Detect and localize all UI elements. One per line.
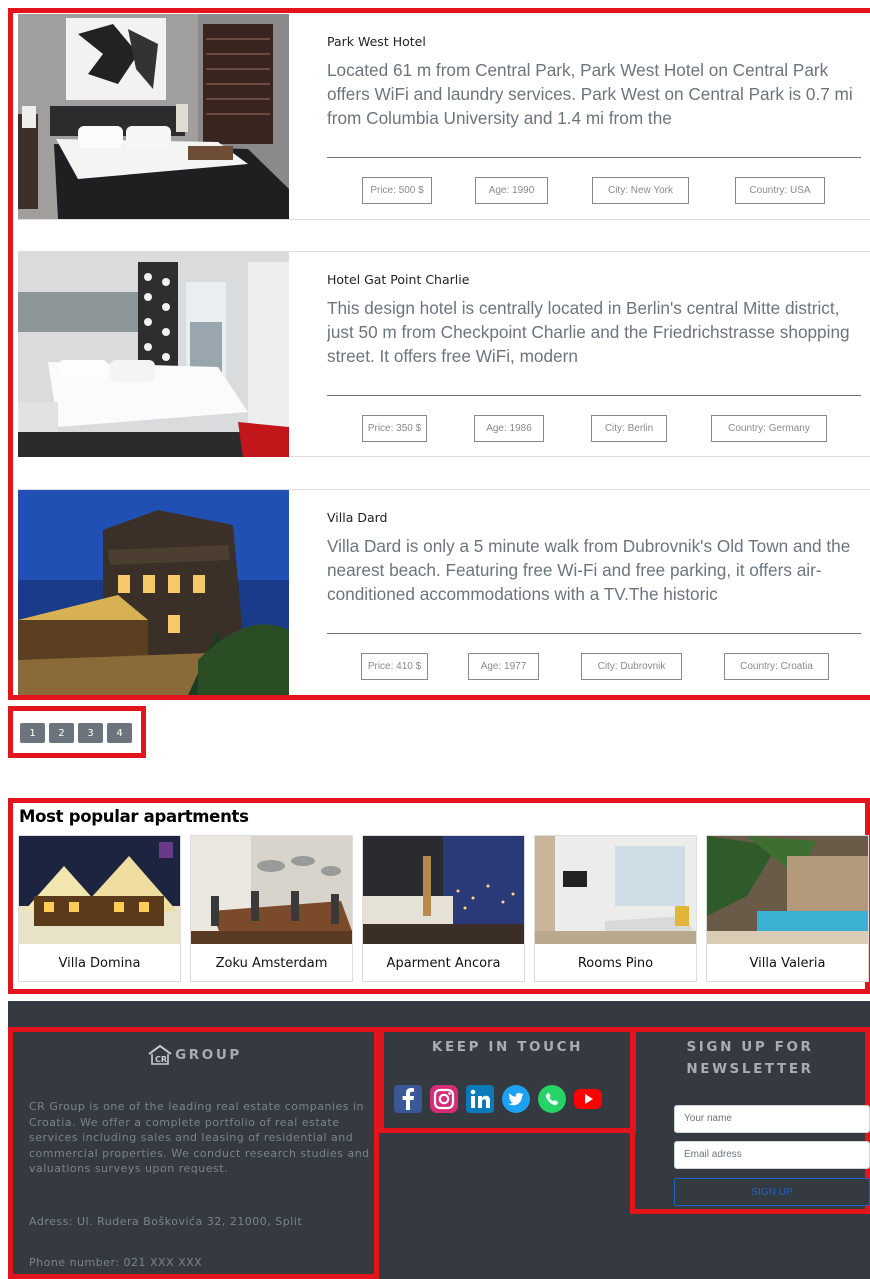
country-tag: Country: USA [735,177,825,204]
city-tag: City: Dubrovnik [581,653,682,680]
apartment-card[interactable]: Rooms Pino [534,835,697,982]
age-tag: Age: 1977 [468,653,539,680]
keep-in-touch-title: KEEP IN TOUCH [431,1039,584,1055]
twitter-icon[interactable] [501,1084,531,1114]
apartment-name[interactable]: Zoku Amsterdam [191,956,352,971]
hotel-image[interactable] [18,14,289,219]
hotel-name[interactable]: Park West Hotel [327,34,426,49]
pagination: 1 2 3 4 [8,706,146,758]
signup-button[interactable]: SIGN UP [674,1178,870,1206]
price-tag: Price: 350 $ [362,415,427,442]
hotel-image[interactable] [18,252,289,457]
city-tag: City: New York [592,177,689,204]
city-tag: City: Berlin [591,415,667,442]
email-input[interactable]: Email adress [674,1141,870,1169]
divider [327,395,861,396]
group-about: CR Group is one of the leading real esta… [29,1100,370,1176]
hotel-list: Park West Hotel Located 61 m from Centra… [8,8,870,700]
country-tag: Country: Croatia [724,653,829,680]
apartment-image[interactable] [19,836,180,944]
apartment-card[interactable]: Villa Domina [18,835,181,982]
age-tag: Age: 1990 [475,177,548,204]
hotel-image[interactable] [18,490,289,695]
group-address: Adress: Ul. Rudera Boškovića 32, 21000, … [29,1215,303,1228]
page-button-4[interactable]: 4 [107,723,132,743]
hotel-card[interactable]: Hotel Gat Point Charlie This design hote… [18,251,870,457]
instagram-icon[interactable] [429,1084,459,1114]
apartment-name[interactable]: Aparment Ancora [363,956,524,971]
apartment-image[interactable] [707,836,868,944]
section-title: Most popular apartments [19,807,249,826]
divider [327,157,861,158]
page-button-2[interactable]: 2 [49,723,74,743]
apartment-card[interactable]: Aparment Ancora [362,835,525,982]
group-phone: Phone number: 021 XXX XXX [29,1256,203,1269]
hotel-name[interactable]: Hotel Gat Point Charlie [327,272,469,287]
price-tag: Price: 500 $ [362,177,432,204]
hotel-description: Located 61 m from Central Park, Park Wes… [327,60,853,128]
apartment-image[interactable] [535,836,696,944]
hotel-name[interactable]: Villa Dard [327,510,387,525]
apartment-name[interactable]: Villa Valeria [707,956,868,971]
age-tag: Age: 1986 [474,415,544,442]
apartment-card[interactable]: Villa Valeria [706,835,869,982]
footer-newsletter: SIGN UP FOR NEWSLETTER Your name Email a… [630,1027,870,1214]
whatsapp-icon[interactable] [537,1084,567,1114]
apartment-image[interactable] [191,836,352,944]
group-title: GROUP [175,1047,242,1063]
page-button-1[interactable]: 1 [20,723,45,743]
footer-keep-in-touch: KEEP IN TOUCH [379,1027,636,1133]
page-button-3[interactable]: 3 [78,723,103,743]
apartment-card[interactable]: Zoku Amsterdam [190,835,353,982]
price-tag: Price: 410 $ [361,653,428,680]
popular-apartments: Most popular apartments Villa Domina Zok… [8,798,870,994]
facebook-icon[interactable] [393,1084,423,1114]
divider [327,633,861,634]
apartment-name[interactable]: Villa Domina [19,956,180,971]
apartment-image[interactable] [363,836,524,944]
hotel-description: Villa Dard is only a 5 minute walk from … [327,536,851,604]
hotel-card[interactable]: Villa Dard Villa Dard is only a 5 minute… [18,489,870,695]
youtube-icon[interactable] [573,1084,603,1114]
hotel-card[interactable]: Park West Hotel Located 61 m from Centra… [18,14,870,220]
linkedin-icon[interactable] [465,1084,495,1114]
hotel-description: This design hotel is centrally located i… [327,298,850,366]
page: Park West Hotel Located 61 m from Centra… [0,0,870,1279]
newsletter-title: SIGN UP FOR NEWSLETTER [686,1039,814,1077]
country-tag: Country: Germany [711,415,827,442]
footer: CR GROUP CR Group is one of the leading … [8,1001,870,1279]
apartment-name[interactable]: Rooms Pino [535,956,696,971]
name-input[interactable]: Your name [674,1105,870,1133]
footer-group: CR GROUP CR Group is one of the leading … [8,1027,379,1279]
social-links [393,1084,603,1114]
